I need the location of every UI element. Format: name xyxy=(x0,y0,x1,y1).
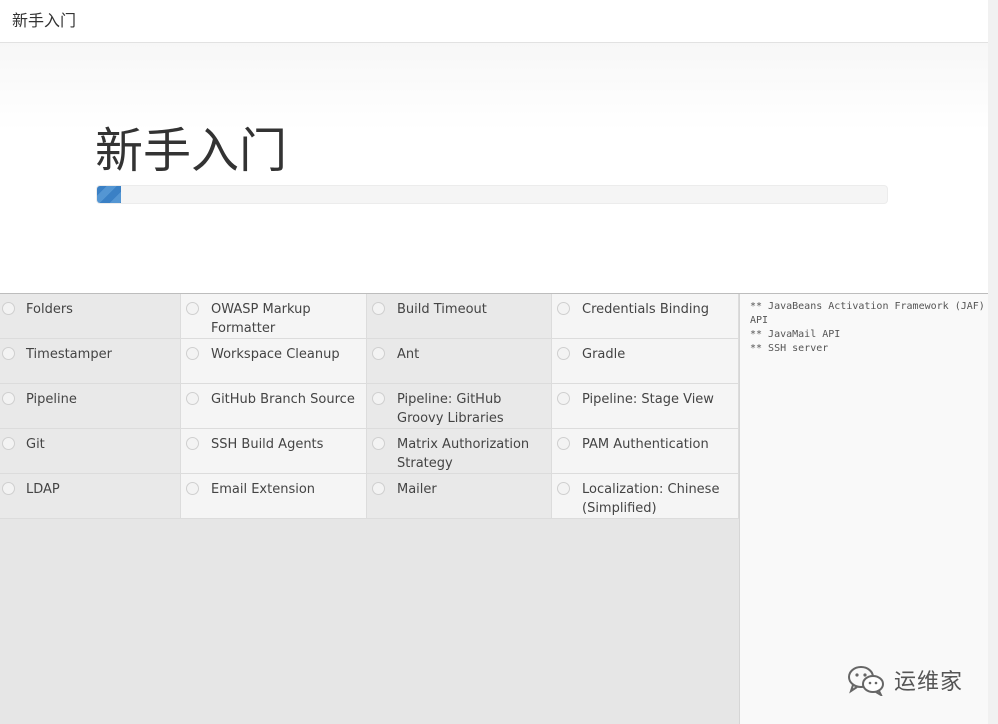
watermark-text: 运维家 xyxy=(894,670,964,695)
plugin-name: Build Timeout xyxy=(397,302,487,317)
plugin-item[interactable]: Workspace Cleanup xyxy=(181,339,367,384)
plugin-status-icon xyxy=(557,482,570,495)
plugin-item[interactable]: Timestamper xyxy=(0,339,181,384)
plugin-name: LDAP xyxy=(26,482,60,497)
plugin-status-icon xyxy=(2,482,15,495)
plugin-item[interactable]: Credentials Binding xyxy=(552,294,739,339)
page-title: 新手入门 xyxy=(95,123,288,179)
plugin-status-icon xyxy=(557,347,570,360)
watermark: 运维家 xyxy=(846,664,963,696)
plugin-status-icon xyxy=(2,302,15,315)
window-title: 新手入门 xyxy=(12,11,77,30)
plugin-item[interactable]: Folders xyxy=(0,294,181,339)
plugin-status-icon xyxy=(372,347,385,360)
plugin-name: Credentials Binding xyxy=(582,302,709,317)
plugin-name: PAM Authentication xyxy=(582,437,709,452)
plugin-item[interactable]: Gradle xyxy=(552,339,739,384)
plugin-status-icon xyxy=(372,302,385,315)
plugin-status-icon xyxy=(372,482,385,495)
plugin-name: SSH Build Agents xyxy=(211,437,324,452)
title-bar: 新手入门 xyxy=(0,0,988,43)
plugin-item[interactable]: SSH Build Agents xyxy=(181,429,367,474)
log-line: ** JavaMail API xyxy=(750,329,841,340)
plugin-item[interactable]: Matrix Authorization Strategy xyxy=(367,429,552,474)
log-line: ** SSH server xyxy=(750,343,829,354)
plugin-item[interactable]: Pipeline: GitHub Groovy Libraries xyxy=(367,384,552,429)
plugin-status-icon xyxy=(2,437,15,450)
install-progress-fill xyxy=(97,186,121,203)
plugin-status-icon xyxy=(557,302,570,315)
plugin-status-icon xyxy=(372,392,385,405)
plugin-name: Folders xyxy=(26,302,73,317)
plugin-status-icon xyxy=(557,392,570,405)
plugin-status-icon xyxy=(186,347,199,360)
plugin-name: Ant xyxy=(397,347,420,362)
plugin-item[interactable]: Localization: Chinese (Simplified) xyxy=(552,474,739,519)
plugin-name: Timestamper xyxy=(26,347,112,362)
plugin-status-icon xyxy=(557,437,570,450)
plugin-name: Mailer xyxy=(397,482,437,497)
plugin-item[interactable]: Pipeline: Stage View xyxy=(552,384,739,429)
plugin-item[interactable]: Email Extension xyxy=(181,474,367,519)
plugin-name: Gradle xyxy=(582,347,626,362)
plugin-list: Folders OWASP Markup Formatter Build Timeo… xyxy=(0,294,739,519)
plugin-item[interactable]: Ant xyxy=(367,339,552,384)
plugin-item[interactable]: Pipeline xyxy=(0,384,181,429)
plugin-item[interactable]: PAM Authentication xyxy=(552,429,739,474)
plugin-status-icon xyxy=(186,437,199,450)
scrollbar[interactable] xyxy=(988,0,998,724)
setup-header: 新手入门 xyxy=(0,43,988,294)
plugin-item[interactable]: Mailer xyxy=(367,474,552,519)
wechat-icon xyxy=(848,666,884,696)
plugin-name: GitHub Branch Source xyxy=(211,392,355,407)
log-line: ** JavaBeans Activation Framework (JAF) … xyxy=(750,301,991,326)
plugin-name: Localization: Chinese (Simplified) xyxy=(582,482,720,516)
plugin-name: Pipeline: GitHub Groovy Libraries xyxy=(397,392,504,426)
plugin-item[interactable]: LDAP xyxy=(0,474,181,519)
plugin-status-icon xyxy=(186,482,199,495)
plugin-name: OWASP Markup Formatter xyxy=(211,302,311,336)
plugin-name: Git xyxy=(26,437,45,452)
plugin-status-icon xyxy=(372,437,385,450)
plugin-name: Pipeline xyxy=(26,392,77,407)
install-log-panel: ** JavaBeans Activation Framework (JAF) … xyxy=(739,294,988,724)
plugin-name: Pipeline: Stage View xyxy=(582,392,714,407)
plugin-name: Email Extension xyxy=(211,482,316,497)
install-progress-bar xyxy=(96,185,888,204)
plugin-status-icon xyxy=(186,392,199,405)
plugin-item[interactable]: Build Timeout xyxy=(367,294,552,339)
plugin-item[interactable]: GitHub Branch Source xyxy=(181,384,367,429)
plugin-item[interactable]: Git xyxy=(0,429,181,474)
plugin-item[interactable]: OWASP Markup Formatter xyxy=(181,294,367,339)
plugin-status-icon xyxy=(2,392,15,405)
plugin-name: Workspace Cleanup xyxy=(211,347,340,362)
plugin-status-icon xyxy=(186,302,199,315)
plugin-name: Matrix Authorization Strategy xyxy=(397,437,530,471)
plugin-status-icon xyxy=(2,347,15,360)
